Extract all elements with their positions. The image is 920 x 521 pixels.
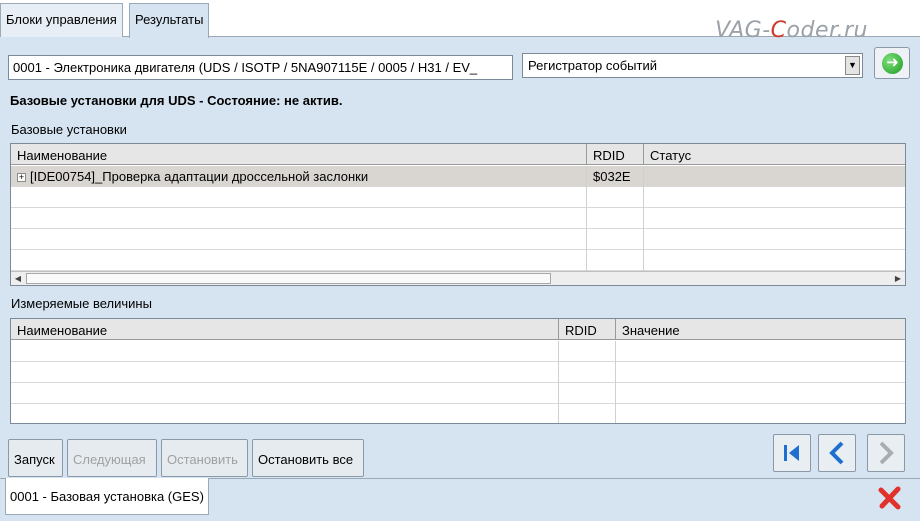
table-row [11, 187, 905, 208]
watermark-logo: VAG-Coder.ru [715, 18, 868, 43]
horizontal-scrollbar[interactable]: ◀ ▶ [11, 271, 905, 285]
row-name-cell: + [IDE00754]_Проверка адаптации дроссельн… [11, 166, 587, 187]
tab-label: Результаты [135, 12, 204, 27]
go-button[interactable]: ➜ [874, 47, 910, 79]
arrow-right-icon: ➜ [882, 53, 903, 74]
tab-bar: Блоки управления Результаты VAG-Coder.ru [0, 0, 920, 43]
table-row [11, 404, 905, 423]
stop-button[interactable]: Остановить [161, 439, 248, 477]
chevron-right-icon [879, 441, 894, 465]
tab-control-units[interactable]: Блоки управления [0, 3, 123, 37]
table-row[interactable]: + [IDE00754]_Проверка адаптации дроссельн… [11, 166, 905, 187]
start-button[interactable]: Запуск [8, 439, 63, 477]
basic-settings-label: Базовые установки [11, 122, 127, 137]
next-nav-button[interactable] [867, 434, 905, 472]
measured-values-label: Измеряемые величины [11, 296, 152, 311]
tab-results[interactable]: Результаты [129, 3, 210, 38]
table-row [11, 250, 905, 271]
scroll-right-icon[interactable]: ▶ [891, 272, 905, 285]
row-status-cell [644, 166, 905, 187]
table-row [11, 208, 905, 229]
chevron-down-icon[interactable]: ▼ [845, 56, 860, 75]
table-row [11, 229, 905, 250]
column-header-value[interactable]: Значение [616, 319, 905, 340]
table-row [11, 383, 905, 404]
column-header-rdid[interactable]: RDID [559, 319, 616, 340]
column-header-name[interactable]: Наименование [11, 319, 559, 340]
row-rdid-cell: $032E [587, 166, 644, 187]
mode-select[interactable]: Регистратор событий ▼ [522, 53, 863, 78]
previous-button[interactable] [818, 434, 856, 472]
chevron-left-icon [829, 441, 844, 465]
stop-all-button[interactable]: Остановить все [252, 439, 364, 477]
next-button[interactable]: Следующая [67, 439, 157, 477]
basic-settings-table[interactable]: Наименование RDID Статус + [IDE00754]_Про… [10, 143, 906, 286]
mode-select-value: Регистратор событий [528, 58, 657, 73]
tab-label: Блоки управления [6, 12, 117, 27]
table-header: Наименование RDID Значение [11, 319, 905, 340]
table-row [11, 341, 905, 362]
column-header-name[interactable]: Наименование [11, 144, 587, 165]
controller-field[interactable]: 0001 - Электроника двигателя (UDS / ISOT… [8, 55, 513, 80]
expand-plus-icon[interactable]: + [17, 173, 26, 182]
table-header: Наименование RDID Статус [11, 144, 905, 165]
skip-first-icon [784, 445, 799, 461]
column-header-rdid[interactable]: RDID [587, 144, 644, 165]
table-row [11, 362, 905, 383]
column-header-status[interactable]: Статус [644, 144, 905, 165]
measured-values-table[interactable]: Наименование RDID Значение [10, 318, 906, 424]
close-icon[interactable] [876, 484, 904, 512]
scroll-left-icon[interactable]: ◀ [11, 272, 25, 285]
bottom-tab-basic-setting[interactable]: 0001 - Базовая установка (GES) [5, 478, 209, 515]
status-title: Базовые установки для UDS - Состояние: н… [10, 93, 343, 108]
first-button[interactable] [773, 434, 811, 472]
scrollbar-thumb[interactable] [26, 273, 551, 284]
